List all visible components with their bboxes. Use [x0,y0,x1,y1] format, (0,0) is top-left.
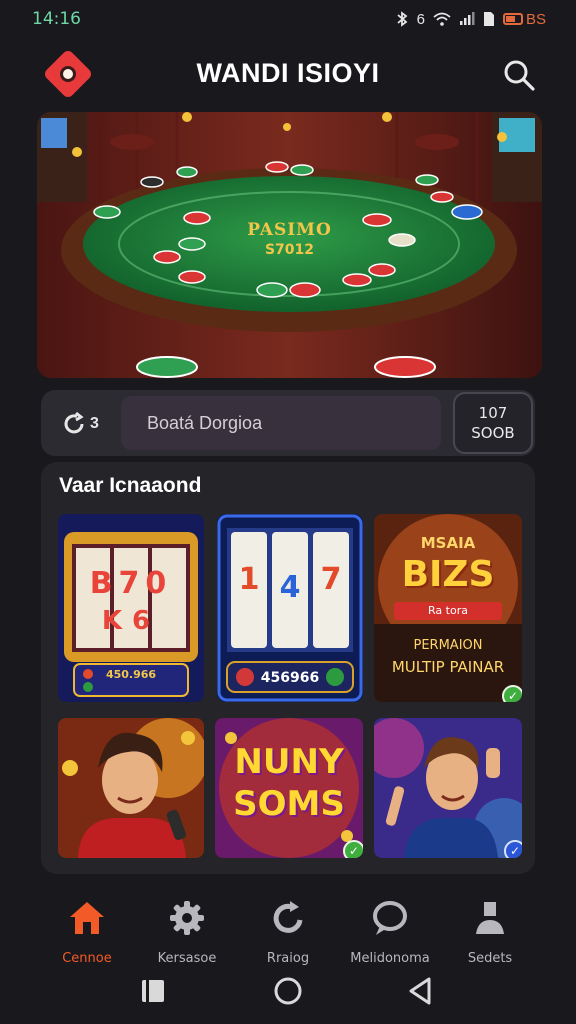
singer-art [58,718,204,858]
coin-balance-bottom: SOOB [471,424,515,442]
hero-art [374,718,522,858]
status-icons: 6 BS [395,11,546,28]
hero-table-subtitle: S7012 [264,242,315,258]
status-bar: 14:16 6 BS [0,0,576,38]
verified-check-icon: ✓ [504,840,522,858]
chat-icon [373,901,407,935]
game-tile-nuny[interactable]: NUNY SOMS ✓ [215,718,363,858]
nav-label: Kersasoe [157,951,217,966]
home-circle-icon[interactable] [273,976,303,1006]
recents-icon[interactable] [138,976,168,1006]
nav-item-home[interactable]: Cennoe [37,898,137,966]
row-icon-count: 3 [90,415,99,432]
system-nav-bar [0,968,576,1024]
game-tile-slot-classic[interactable]: B70 K6 450.966 [58,514,204,702]
nav-item-rating[interactable]: Rraiog [238,898,338,966]
sim-icon [483,12,494,26]
bottom-nav: Cennoe Kersasoe Rraiog Melidonoma Sedets [0,888,576,968]
wifi-icon [433,12,451,26]
refresh-icon [273,901,303,933]
game-tile-singer[interactable] [58,718,204,858]
slot-line-2: K6 [101,606,161,636]
home-icon [70,902,104,934]
battery-text: BS [525,10,546,28]
slot-footer: 450.966 [105,668,157,681]
reel-symbol-3: 7 [320,562,342,597]
battery-indicator: BS [502,10,546,28]
status-time: 14:16 [32,9,81,29]
nav-item-settings[interactable]: Kersasoe [137,898,237,966]
slot-line-1: B70 [89,566,173,601]
nuny-line-1: NUNY [234,742,344,782]
signal-icon [459,12,475,25]
coin-balance-top: 107 [478,404,508,422]
bizs-top: MSAIA [420,534,476,552]
nav-label: Sedets [467,951,513,966]
search-input[interactable]: Boatá Dorgioa [121,396,441,450]
game-tile-bizs[interactable]: MSAIA BIZS Ra tora PERMAION MULTIP PAINA… [374,514,522,702]
section-title: Vaar Icnaaond [59,474,202,497]
game-tile-hero[interactable]: ✓ [374,718,522,858]
nav-label: Melidonoma [350,951,430,966]
search-row: 3 Boatá Dorgioa 107 SOOB [41,390,535,456]
nav-item-messages[interactable]: Melidonoma [340,898,440,966]
nuny-line-2: SOMS [233,784,345,824]
games-panel: Vaar Icnaaond B70 K6 450.966 1 4 7 45696… [41,462,535,874]
search-icon[interactable] [502,58,536,92]
hero-banner[interactable]: PASIMO S7012 [37,112,542,378]
page-title: WANDI ISIOYI [196,58,380,88]
network-text: 6 [416,10,425,28]
app-header: WANDI ISIOYI [0,44,576,106]
nav-label: Cennoe [62,951,112,966]
hero-table-title: PASIMO [247,220,332,240]
bizs-sub-2: MULTIP PAINAR [391,658,505,676]
game-tile-slot-blue[interactable]: 1 4 7 456966 [217,514,363,702]
bizs-ribbon: Ra tora [428,604,468,617]
nav-label: Rraiog [266,951,310,966]
bizs-title: BIZS [401,554,495,595]
coin-balance[interactable]: 107 SOOB [453,392,533,454]
bluetooth-icon [397,11,408,27]
gear-icon [170,901,204,935]
battery-icon [502,13,523,25]
slot-jackpot: 456966 [260,670,320,686]
verified-check-icon: ✓ [343,840,363,858]
back-icon[interactable] [406,976,436,1006]
refresh-icon[interactable]: 3 [61,410,105,438]
profile-icon [476,902,504,934]
nav-item-profile[interactable]: Sedets [440,898,540,966]
verified-check-icon: ✓ [502,685,522,702]
bizs-sub-1: PERMAION [413,638,483,653]
